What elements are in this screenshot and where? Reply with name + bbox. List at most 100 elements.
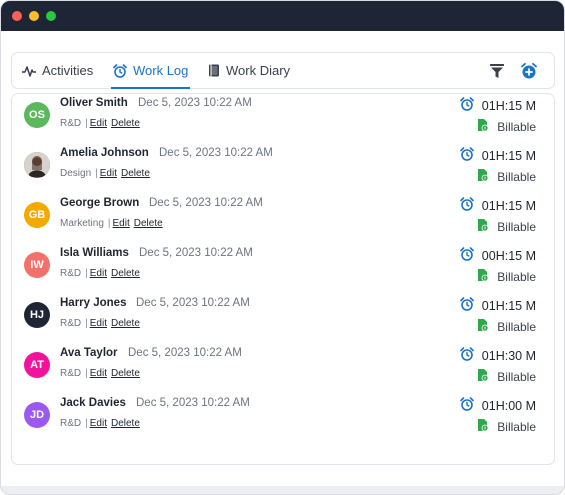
entry-date: Dec 5, 2023 10:22 AM [128,347,242,359]
avatar: JD [24,402,50,428]
billing-label: Billable [497,369,536,384]
alarm-clock-icon [459,347,474,364]
tab-activities[interactable]: Activities [22,53,93,88]
edit-link[interactable]: Edit [90,268,107,279]
billing-label: Billable [497,169,536,184]
duration-value: 01H:30 M [481,348,536,363]
billable-icon [477,418,489,435]
delete-link[interactable]: Delete [111,418,140,429]
delete-link[interactable]: Delete [111,268,140,279]
delete-link[interactable]: Delete [121,168,150,179]
separator: | [85,268,88,279]
entry-meta: R&D | Edit Delete [60,118,144,129]
department-label: R&D [60,318,82,329]
work-log-entry: HJ Harry Jones Dec 5, 2023 10:22 AM R&D | Edi… [12,294,554,344]
edit-link[interactable]: Edit [90,368,107,379]
work-log-entry: Amelia Johnson Dec 5, 2023 10:22 AM Design… [12,144,554,194]
delete-link[interactable]: Delete [111,118,140,129]
work-log-entry: AT Ava Taylor Dec 5, 2023 10:22 AM R&D | Edit… [12,344,554,394]
billable-icon [477,368,489,385]
close-window-button[interactable] [12,11,22,21]
entry-date: Dec 5, 2023 10:22 AM [138,97,252,109]
alarm-clock-icon [459,247,474,264]
billing-label: Billable [497,119,536,134]
department-label: Marketing [60,218,104,229]
alarm-clock-icon [113,63,127,78]
edit-link[interactable]: Edit [90,418,107,429]
avatar: OS [24,102,50,128]
entry-date: Dec 5, 2023 10:22 AM [136,397,250,409]
billing-label: Billable [497,319,536,334]
duration-value: 01H:15 M [481,298,536,313]
work-log-entry: GB George Brown Dec 5, 2023 10:22 AM Market… [12,194,554,244]
maximize-window-button[interactable] [46,11,56,21]
avatar-initials: JD [29,409,45,421]
separator: | [95,168,98,179]
billing-status: Billable [477,268,536,285]
title-bar [1,1,564,31]
separator: | [85,318,88,329]
entry-meta: Marketing | Edit Delete [60,218,167,229]
alarm-clock-icon [459,97,474,114]
billing-status: Billable [477,318,536,335]
billable-icon [477,218,489,235]
separator: | [85,418,88,429]
department-label: R&D [60,368,82,379]
app-window: Activities Work Log Work Diary OS Oliver… [0,0,565,495]
edit-link[interactable]: Edit [100,168,117,179]
entry-meta: R&D | Edit Delete [60,268,144,279]
duration: 00H:15 M [459,247,536,264]
tab-label: Work Log [133,63,189,78]
duration: 01H:15 M [459,97,536,114]
billing-label: Billable [497,419,536,434]
employee-name: George Brown [60,197,140,209]
delete-link[interactable]: Delete [111,368,140,379]
work-log-entry: OS Oliver Smith Dec 5, 2023 10:22 AM R&D | Ed… [12,94,554,144]
avatar: AT [24,352,50,378]
tab-label: Activities [42,63,94,78]
avatar-initials: AT [30,359,44,371]
avatar-photo [24,152,50,178]
duration-value: 00H:15 M [481,248,536,263]
employee-name: Isla Williams [60,247,129,259]
entry-meta: R&D | Edit Delete [60,368,144,379]
minimize-window-button[interactable] [29,11,39,21]
billing-status: Billable [477,118,536,135]
work-log-list: OS Oliver Smith Dec 5, 2023 10:22 AM R&D | Ed… [11,93,555,465]
content-area: Activities Work Log Work Diary OS Oliver… [1,31,564,486]
alarm-clock-icon [459,147,474,164]
entry-date: Dec 5, 2023 10:22 AM [149,197,263,209]
department-label: R&D [60,418,82,429]
edit-link[interactable]: Edit [90,318,107,329]
activity-icon [22,65,36,77]
billing-status: Billable [477,368,536,385]
duration: 01H:15 M [459,297,536,314]
entry-meta: R&D | Edit Delete [60,418,144,429]
employee-name: Ava Taylor [60,347,118,359]
avatar-initials: GB [28,209,46,221]
duration: 01H:00 M [459,397,536,414]
alarm-clock-icon [459,197,474,214]
avatar [24,152,50,178]
tab-label: Work Diary [226,63,291,78]
billing-status: Billable [477,168,536,185]
tab-work-diary[interactable]: Work Diary [208,53,290,88]
edit-link[interactable]: Edit [90,118,107,129]
tab-bar: Activities Work Log Work Diary [11,52,555,89]
edit-link[interactable]: Edit [113,218,130,229]
avatar-initials: OS [29,109,45,121]
department-label: Design [60,168,92,179]
duration: 01H:15 M [459,197,536,214]
billing-label: Billable [497,269,536,284]
tab-work-log[interactable]: Work Log [110,53,191,89]
filter-icon[interactable] [488,62,506,80]
billable-icon [477,318,489,335]
entry-date: Dec 5, 2023 10:22 AM [139,247,253,259]
duration-value: 01H:00 M [481,398,536,413]
delete-link[interactable]: Delete [134,218,163,229]
billing-status: Billable [477,218,536,235]
add-alarm-icon[interactable] [520,62,538,80]
delete-link[interactable]: Delete [111,318,140,329]
avatar-initials: IW [30,259,44,271]
avatar: IW [24,252,50,278]
